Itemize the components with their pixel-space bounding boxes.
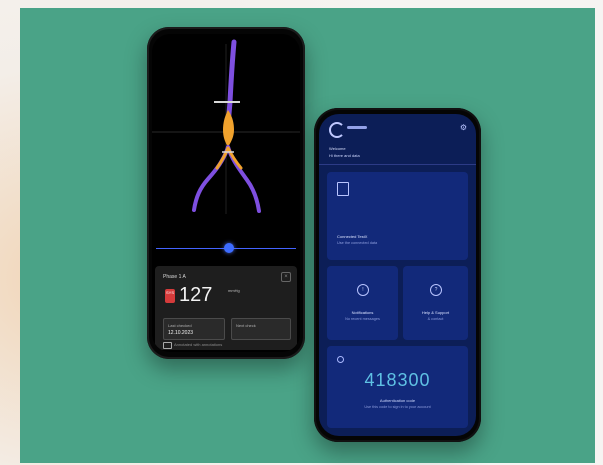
app-logo-icon (329, 122, 345, 138)
measurement-unit: mmHg (228, 288, 240, 293)
connected-test-title: Connected TestX (337, 234, 368, 239)
vessel-bulge (223, 110, 234, 147)
bell-icon: ! (357, 284, 369, 296)
next-check-box: Next check (231, 318, 291, 340)
authentication-code-title: Authentication code (379, 398, 416, 403)
status-badge: SYS (165, 289, 175, 303)
card-title: Phase 1 A (163, 274, 186, 280)
connected-test-tile[interactable]: Connected TestX Use the connected data (327, 172, 468, 260)
last-check-box: Last checked 12.10.2023 (163, 318, 225, 340)
authentication-code: 418300 (364, 370, 431, 390)
welcome-subtitle: Hi there and data (329, 153, 360, 158)
header-divider (319, 164, 476, 165)
camera-icon (163, 342, 172, 349)
welcome-title: Welcome (329, 146, 346, 151)
notifications-title: Notifications (351, 310, 374, 315)
help-support-title: Help & Support (421, 310, 450, 315)
annotation-text: Annotated with annotations (174, 342, 223, 347)
authentication-code-subtitle: Use this code to sign in to your account (364, 405, 431, 409)
connected-test-subtitle: Use the connected data (337, 241, 378, 245)
lock-icon (337, 356, 344, 363)
right-phone-screen: ⚙ Welcome Hi there and data Connected Te… (319, 114, 476, 436)
measurement-value: 127 (179, 284, 213, 306)
last-check-label: Last checked (168, 323, 192, 328)
close-icon[interactable]: × (281, 272, 291, 282)
teal-background-panel (20, 8, 595, 463)
left-phone-screen: Phase 1 A × SYS 127 mmHg Last checked 12… (152, 34, 300, 352)
vessel-visualization (152, 39, 300, 214)
annotation-row: Annotated with annotations (163, 342, 283, 349)
document-icon (337, 182, 349, 196)
help-icon: ? (430, 284, 442, 296)
timeline-slider-handle[interactable] (224, 243, 234, 253)
gear-icon[interactable]: ⚙ (460, 124, 467, 132)
measurement-card: Phase 1 A × SYS 127 mmHg Last checked 12… (155, 266, 297, 350)
notifications-tile[interactable]: ! Notifications No recent messages (327, 266, 398, 340)
right-phone: ⚙ Welcome Hi there and data Connected Te… (314, 108, 481, 442)
help-support-subtitle: & contact (427, 317, 444, 321)
app-logo-wordmark (347, 126, 367, 129)
scene-background: Phase 1 A × SYS 127 mmHg Last checked 12… (0, 0, 603, 465)
help-support-tile[interactable]: ? Help & Support & contact (403, 266, 468, 340)
notifications-subtitle: No recent messages (345, 317, 380, 321)
last-check-value: 12.10.2023 (168, 330, 194, 336)
next-check-label: Next check (236, 323, 256, 328)
authentication-code-tile[interactable]: 418300 Authentication code Use this code… (327, 346, 468, 428)
left-phone: Phase 1 A × SYS 127 mmHg Last checked 12… (147, 27, 305, 359)
